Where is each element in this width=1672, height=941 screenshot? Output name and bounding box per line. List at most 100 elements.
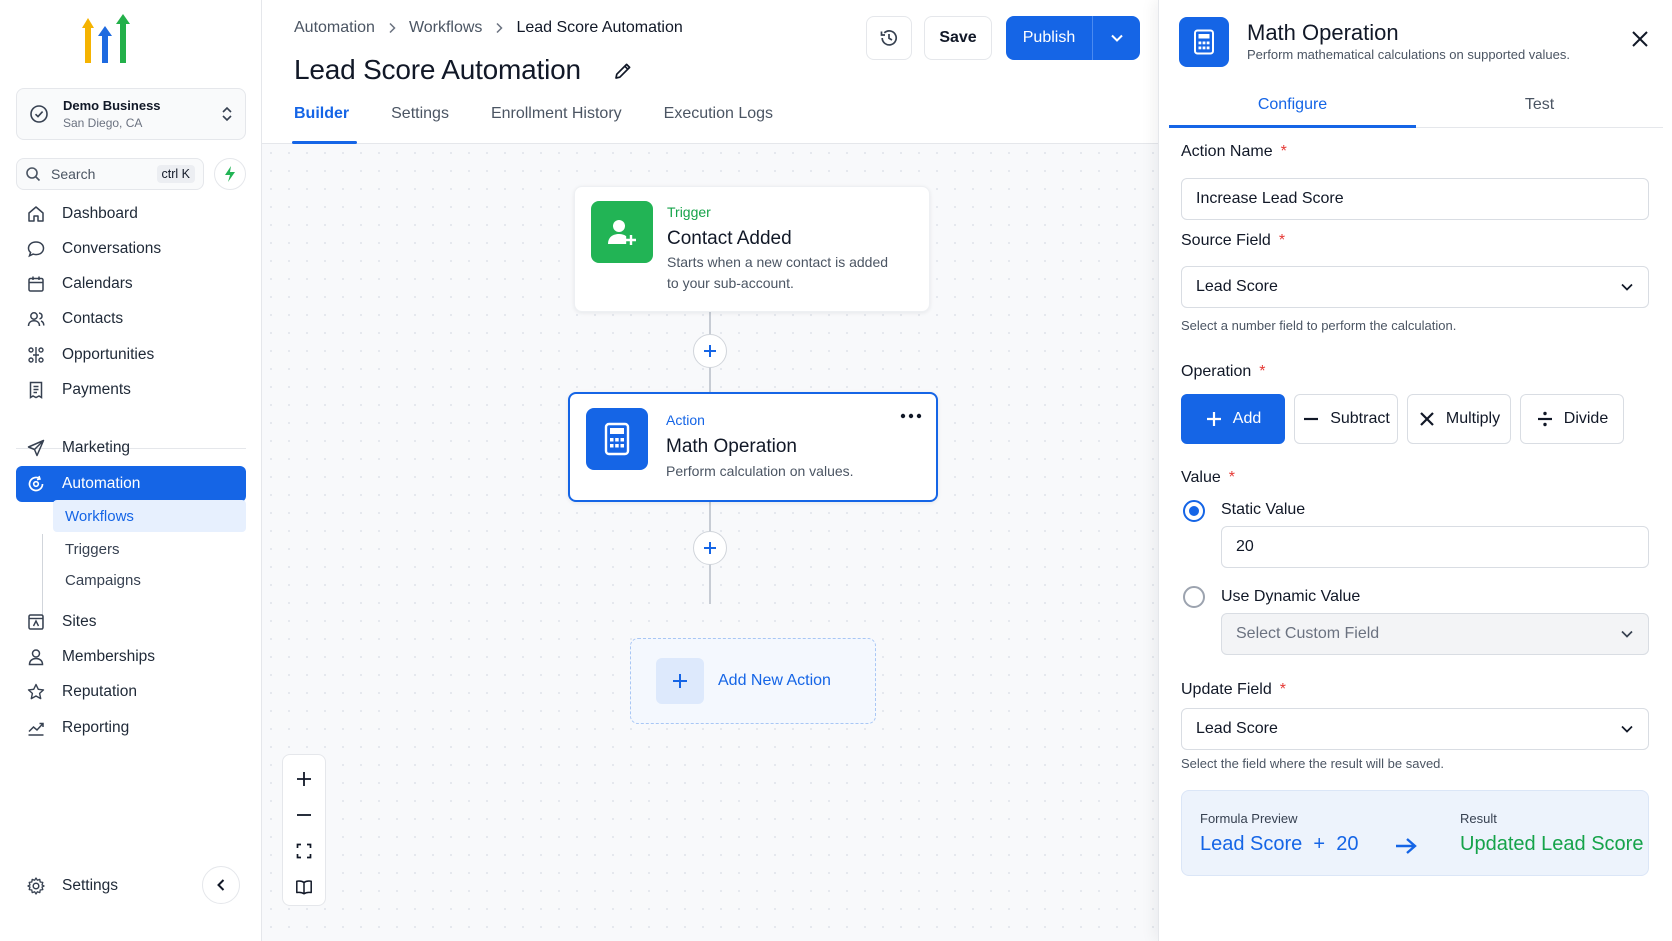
dynamic-value-radio[interactable] <box>1183 586 1205 608</box>
guide-button[interactable] <box>288 869 320 905</box>
static-value-input[interactable]: 20 <box>1221 526 1649 568</box>
sidebar-item-dashboard[interactable]: Dashboard <box>16 196 246 232</box>
calculator-icon <box>586 408 648 470</box>
source-field-select[interactable]: Lead Score <box>1181 266 1649 308</box>
add-new-action-label: Add New Action <box>718 672 831 689</box>
sidebar-item-sites[interactable]: Sites <box>16 604 246 640</box>
operation-add-button[interactable]: Add <box>1181 394 1285 444</box>
static-value-radio[interactable] <box>1183 500 1205 522</box>
breadcrumb-workflows[interactable]: Workflows <box>409 19 483 37</box>
tab-execution-logs[interactable]: Execution Logs <box>664 105 773 144</box>
subnav-item-workflows[interactable]: Workflows <box>53 500 246 532</box>
sidebar-item-conversations[interactable]: Conversations <box>16 231 246 267</box>
home-icon <box>28 206 44 222</box>
formula-preview: Formula Preview Lead Score + 20 Result U… <box>1181 790 1649 876</box>
builder-tabs: Builder Settings Enrollment History Exec… <box>291 105 815 144</box>
operation-label-text: Operation <box>1181 363 1252 380</box>
quick-actions-button[interactable] <box>214 158 246 190</box>
trigger-description-line: Starts when a new contact is added <box>667 254 889 270</box>
update-field-select[interactable]: Lead Score <box>1181 708 1649 750</box>
star-icon <box>27 683 45 700</box>
subnav-item-campaigns[interactable]: Campaigns <box>53 564 246 596</box>
trigger-card[interactable]: Trigger Contact Added Starts when a new … <box>574 186 930 312</box>
operation-divide-button[interactable]: Divide <box>1520 394 1624 444</box>
breadcrumb-automation[interactable]: Automation <box>294 19 375 37</box>
tab-builder[interactable]: Builder <box>291 105 358 144</box>
action-description: Perform calculation on values. <box>666 463 854 479</box>
business-name: Demo Business <box>63 98 161 113</box>
workflow-builder: Automation Workflows Lead Score Automati… <box>262 0 1158 941</box>
custom-field-placeholder: Select Custom Field <box>1236 625 1380 642</box>
fit-view-button[interactable] <box>288 833 320 869</box>
operation-label: Divide <box>1563 410 1609 427</box>
publish-button[interactable]: Publish <box>1006 16 1092 60</box>
close-icon[interactable] <box>1629 28 1651 50</box>
update-field-label: Update Field * <box>1181 681 1286 699</box>
sidebar-item-label: Opportunities <box>62 346 155 363</box>
source-field-label-text: Source Field <box>1181 232 1271 249</box>
zoom-in-button[interactable] <box>288 761 320 797</box>
required-marker: * <box>1280 143 1287 160</box>
operation-subtract-button[interactable]: Subtract <box>1294 394 1398 444</box>
sidebar-item-memberships[interactable]: Memberships <box>16 639 246 675</box>
add-new-action-button[interactable]: Add New Action <box>630 638 876 724</box>
version-history-button[interactable] <box>866 16 912 60</box>
required-marker: * <box>1228 469 1235 486</box>
zoom-controls <box>282 754 326 906</box>
sidebar-item-automation[interactable]: Automation <box>16 466 246 502</box>
tab-configure[interactable]: Configure <box>1169 84 1416 128</box>
sidebar-item-opportunities[interactable]: Opportunities <box>16 337 246 373</box>
check-badge-icon <box>30 105 48 123</box>
sites-icon <box>28 614 44 630</box>
insert-step-button[interactable] <box>693 531 727 565</box>
update-field-value: Lead Score <box>1196 720 1278 737</box>
tab-enrollment-history[interactable]: Enrollment History <box>491 105 622 144</box>
search-icon <box>26 167 41 182</box>
sidebar-item-marketing[interactable]: Marketing <box>16 430 246 466</box>
brand-logo[interactable] <box>74 14 138 68</box>
sidebar-item-reporting[interactable]: Reporting <box>16 710 246 746</box>
formula-expression: Lead Score + 20 <box>1200 833 1359 855</box>
calendar-icon <box>28 276 44 292</box>
zoom-out-button[interactable] <box>288 797 320 833</box>
zoom-in-icon <box>297 772 311 786</box>
sidebar-item-calendars[interactable]: Calendars <box>16 266 246 302</box>
custom-field-select[interactable]: Select Custom Field <box>1221 613 1649 655</box>
panel-subtitle: Perform mathematical calculations on sup… <box>1247 47 1570 62</box>
update-field-hint: Select the field where the result will b… <box>1181 756 1445 771</box>
collapse-sidebar-button[interactable] <box>202 866 240 904</box>
business-switcher[interactable]: Demo Business San Diego, CA <box>16 88 246 140</box>
search-input[interactable]: Search ctrl K <box>16 158 204 190</box>
formula-preview-label: Formula Preview <box>1200 811 1298 826</box>
value-label-text: Value <box>1181 469 1221 486</box>
sidebar-item-contacts[interactable]: Contacts <box>16 301 246 337</box>
pencil-icon[interactable] <box>612 60 634 82</box>
send-icon <box>27 439 45 457</box>
required-marker: * <box>1279 681 1286 698</box>
sidebar-item-reputation[interactable]: Reputation <box>16 674 246 710</box>
save-button[interactable]: Save <box>924 16 992 60</box>
more-options-icon[interactable] <box>900 412 922 420</box>
chevron-up-down-icon <box>222 106 232 122</box>
tab-test[interactable]: Test <box>1416 84 1663 127</box>
chevron-right-icon <box>496 22 503 34</box>
subnav-item-triggers[interactable]: Triggers <box>53 533 246 565</box>
action-card[interactable]: Action Math Operation Perform calculatio… <box>568 392 938 502</box>
insert-step-button[interactable] <box>693 334 727 368</box>
workflow-canvas[interactable]: Trigger Contact Added Starts when a new … <box>262 144 1158 941</box>
tab-settings[interactable]: Settings <box>391 105 449 144</box>
sidebar-item-payments[interactable]: Payments <box>16 372 246 408</box>
action-name-value: Increase Lead Score <box>1196 190 1344 207</box>
sidebar-item-label: Settings <box>62 877 119 894</box>
plus-icon <box>656 658 704 704</box>
required-marker: * <box>1259 363 1266 380</box>
sidebar-item-label: Sites <box>62 613 97 630</box>
sidebar-item-label: Marketing <box>62 439 131 456</box>
publish-dropdown-button[interactable] <box>1092 16 1140 60</box>
contact-add-icon <box>591 201 653 263</box>
subnav-item-label: Workflows <box>65 507 134 525</box>
formula-result: Updated Lead Score <box>1460 833 1644 855</box>
automation-icon <box>28 475 44 492</box>
operation-multiply-button[interactable]: Multiply <box>1407 394 1511 444</box>
action-name-input[interactable]: Increase Lead Score <box>1181 178 1649 220</box>
